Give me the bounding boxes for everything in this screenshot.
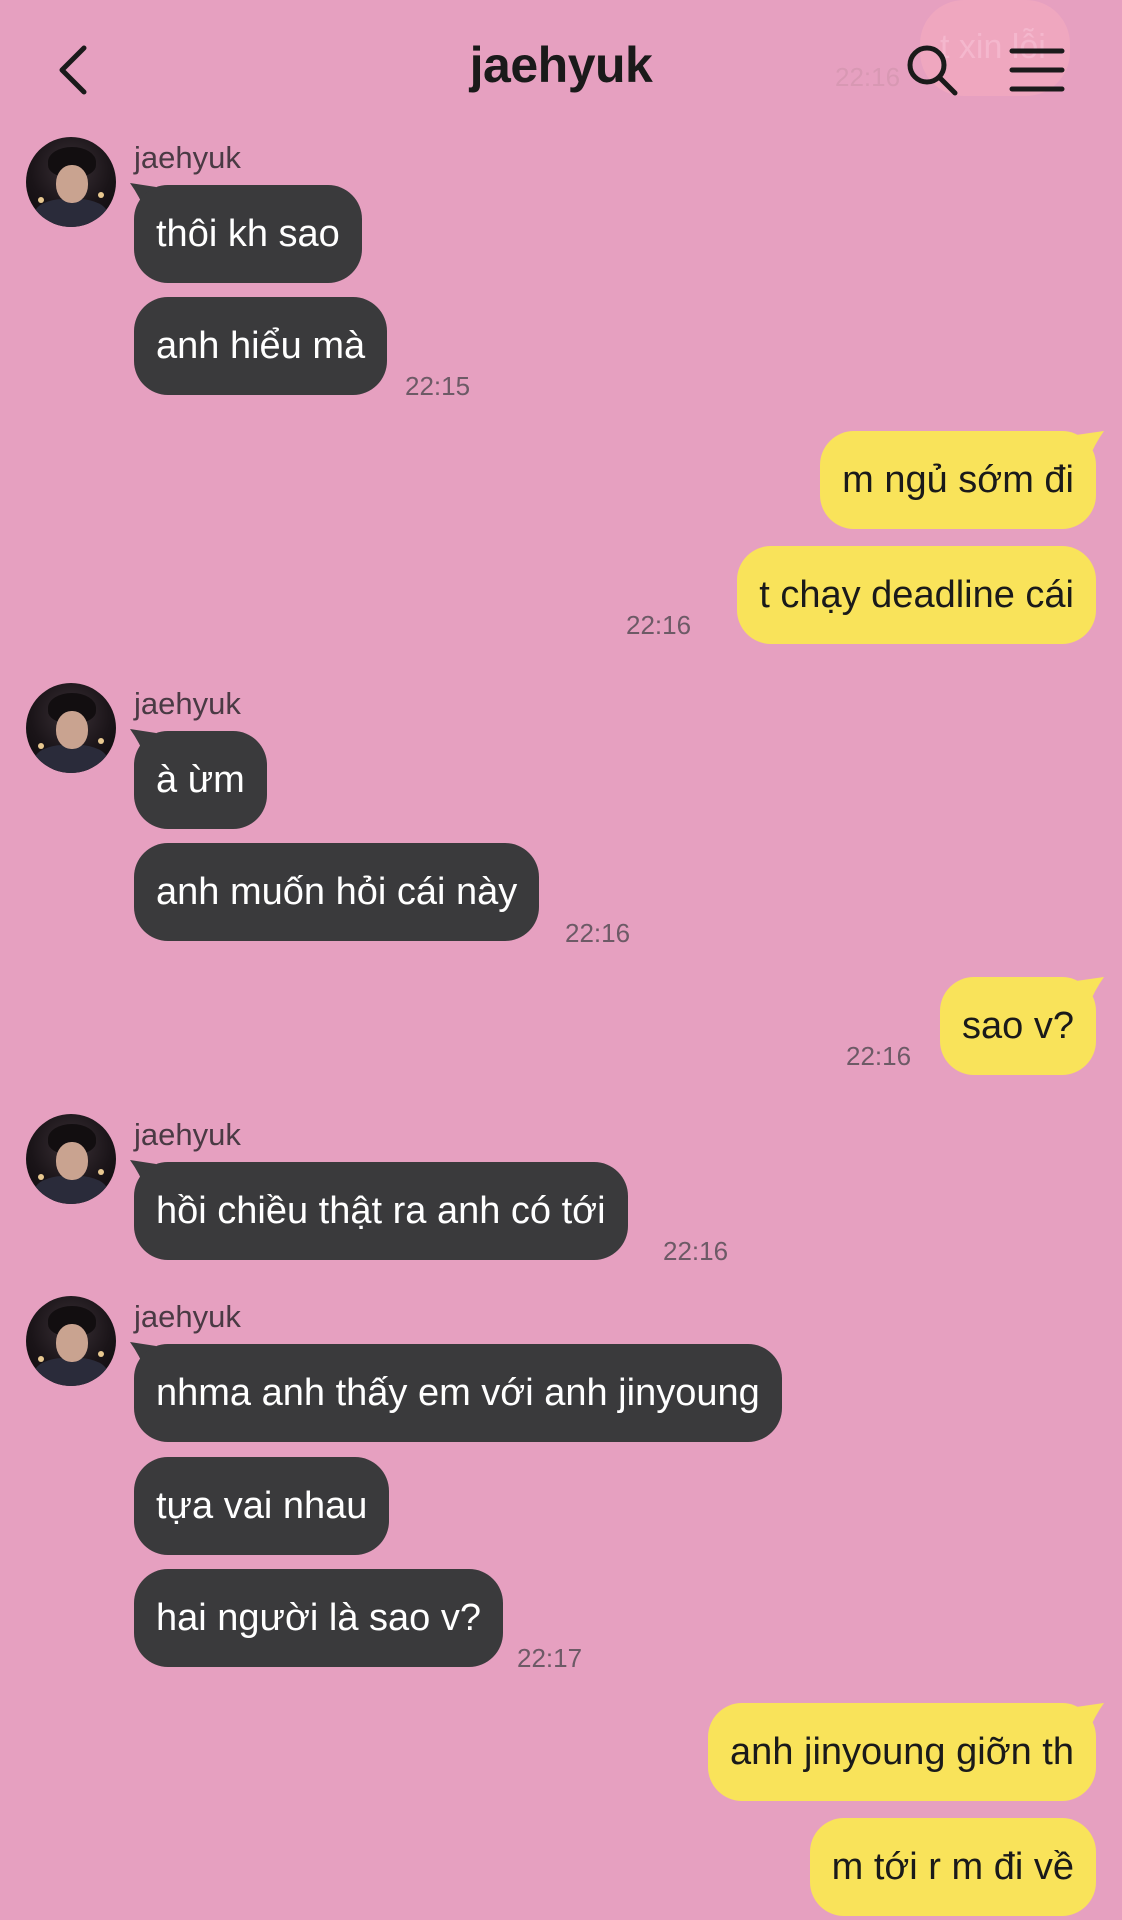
- message-bubble[interactable]: m tới r m đi về: [809, 1818, 1096, 1916]
- sender-name: jaehyuk: [134, 686, 241, 721]
- message-bubble[interactable]: tựa vai nhau: [134, 1457, 390, 1555]
- sender-name: jaehyuk: [134, 1299, 241, 1334]
- chat-header: t xin lỗi 22:16 jaehyuk: [0, 0, 1122, 140]
- message-time: 22:16: [846, 1041, 912, 1071]
- message-time: 22:15: [405, 371, 471, 401]
- message-time: 22:16: [663, 1236, 729, 1266]
- search-button[interactable]: [900, 38, 964, 102]
- message-bubble[interactable]: à ừm: [134, 731, 267, 829]
- menu-button[interactable]: [1005, 38, 1069, 102]
- bubble-tail: [1076, 977, 1104, 1007]
- message-bubble[interactable]: hồi chiều thật ra anh có tới: [134, 1162, 628, 1260]
- message-bubble[interactable]: anh muốn hỏi cái này: [134, 843, 540, 941]
- sender-name: jaehyuk: [134, 140, 241, 175]
- message-time: 22:17: [517, 1643, 583, 1673]
- avatar[interactable]: [26, 1114, 116, 1204]
- message-bubble[interactable]: t chạy deadline cái: [737, 546, 1096, 644]
- bubble-tail: [1076, 1703, 1104, 1733]
- message-time: 22:16: [626, 610, 692, 640]
- hamburger-menu-icon: [1009, 48, 1065, 92]
- search-icon: [907, 45, 958, 96]
- message-bubble[interactable]: anh jinyoung giỡn th: [708, 1703, 1096, 1801]
- message-bubble[interactable]: anh hiểu mà: [134, 297, 388, 395]
- message-time: 22:16: [565, 918, 631, 948]
- avatar[interactable]: [26, 1296, 116, 1386]
- message-bubble[interactable]: hai người là sao v?: [134, 1569, 503, 1667]
- message-bubble[interactable]: thôi kh sao: [134, 185, 362, 283]
- message-bubble[interactable]: m ngủ sớm đi: [820, 431, 1096, 529]
- message-bubble[interactable]: nhma anh thấy em với anh jinyoung: [134, 1344, 782, 1442]
- avatar[interactable]: [26, 683, 116, 773]
- bubble-tail: [1076, 431, 1104, 461]
- message-bubble[interactable]: sao v?: [940, 977, 1096, 1075]
- avatar[interactable]: [26, 137, 116, 227]
- sender-name: jaehyuk: [134, 1117, 241, 1152]
